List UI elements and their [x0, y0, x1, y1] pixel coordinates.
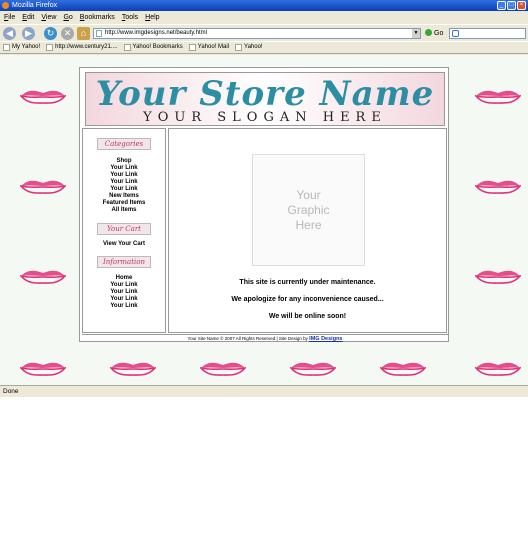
apology-message: We apologize for any inconvenience cause…: [231, 296, 384, 303]
back-arrow-icon[interactable]: ◀: [3, 27, 16, 40]
reload-icon[interactable]: ↻: [44, 27, 57, 40]
graphic-text: Here: [295, 218, 322, 232]
store-name: Your Store Name: [95, 74, 435, 114]
go-icon: [425, 29, 432, 36]
left-sidebar: Categories Shop Your Link Your Link Your…: [82, 128, 166, 333]
page-viewport[interactable]: Your Store Name YOUR SLOGAN HERE Categor…: [0, 55, 528, 385]
bookmark-icon: [46, 44, 54, 51]
main-content: Your Graphic Here This site is currently…: [168, 128, 447, 333]
home-icon[interactable]: ⌂: [77, 27, 90, 40]
bookmark-item[interactable]: Yahoo!: [235, 42, 263, 53]
chevron-down-icon[interactable]: ▼: [412, 29, 420, 38]
page-icon: [96, 30, 102, 37]
browser-window: Mozilla Firefox _ □ × File Edit View Go …: [0, 0, 528, 397]
nav-link[interactable]: Your Link: [83, 172, 165, 179]
lips-icon: [380, 362, 426, 376]
close-button[interactable]: ×: [517, 1, 526, 10]
graphic-text: Your: [296, 188, 321, 202]
nav-link[interactable]: Your Link: [83, 179, 165, 186]
status-bar: Done: [0, 385, 528, 397]
menu-bookmarks[interactable]: Bookmarks: [80, 11, 115, 24]
nav-link-shop[interactable]: Shop: [83, 158, 165, 165]
title-bar: Mozilla Firefox _ □ ×: [0, 0, 528, 11]
menu-help[interactable]: Help: [145, 11, 159, 24]
menu-tools[interactable]: Tools: [122, 11, 138, 24]
menu-file[interactable]: File: [4, 11, 15, 24]
lips-icon: [475, 270, 521, 284]
bookmark-item[interactable]: http://www.century21....: [46, 42, 118, 53]
nav-link[interactable]: Your Link: [83, 296, 165, 303]
lips-icon: [20, 180, 66, 194]
graphic-text: Graphic: [287, 203, 330, 217]
site-footer: Your Site Name © 2007 All Rights Reserve…: [82, 334, 448, 342]
search-engine-icon[interactable]: [452, 30, 459, 37]
nav-link[interactable]: Your Link: [83, 303, 165, 310]
store-header: Your Store Name YOUR SLOGAN HERE: [85, 72, 445, 126]
nav-link[interactable]: Your Link: [83, 165, 165, 172]
nav-link-all-items[interactable]: All Items: [83, 207, 165, 214]
online-soon-message: We will be online soon!: [268, 313, 347, 320]
lips-icon: [475, 180, 521, 194]
lips-icon: [20, 270, 66, 284]
address-bar[interactable]: http://www.imgdesigns.net/beauty.html ▼: [93, 28, 421, 39]
bookmark-item[interactable]: Yahoo! Mail: [188, 42, 229, 53]
lips-icon: [20, 90, 66, 104]
bookmarks-toolbar: My Yahoo! http://www.century21.... Yahoo…: [0, 41, 528, 54]
maintenance-message: This site is currently under maintenance…: [239, 279, 376, 286]
lips-icon: [110, 362, 156, 376]
search-input[interactable]: [449, 28, 526, 39]
bookmark-item[interactable]: My Yahoo!: [3, 42, 40, 53]
nav-link-featured-items[interactable]: Featured Items: [83, 200, 165, 207]
status-text: Done: [3, 388, 19, 395]
nav-link[interactable]: Your Link: [83, 186, 165, 193]
go-button[interactable]: Go: [425, 28, 443, 39]
information-header: Information: [97, 256, 151, 268]
nav-link[interactable]: Your Link: [83, 289, 165, 296]
view-cart-link[interactable]: View Your Cart: [83, 241, 165, 248]
bookmark-item[interactable]: Yahoo! Bookmarks: [123, 42, 183, 53]
lips-icon: [475, 90, 521, 104]
graphic-placeholder: Your Graphic Here: [252, 154, 365, 266]
maximize-button[interactable]: □: [507, 1, 516, 10]
window-title: Mozilla Firefox: [12, 2, 58, 9]
nav-link-new-items[interactable]: New Items: [83, 193, 165, 200]
cart-header: Your Cart: [97, 223, 151, 235]
lips-icon: [200, 362, 246, 376]
go-label: Go: [434, 30, 444, 37]
forward-arrow-icon[interactable]: ▶: [22, 27, 35, 40]
menu-view[interactable]: View: [41, 11, 56, 24]
navigation-toolbar: ◀ ▶ ↻ ✕ ⌂ http://www.imgdesigns.net/beau…: [0, 24, 528, 41]
firefox-icon: [2, 2, 9, 9]
nav-link-home[interactable]: Home: [83, 275, 165, 282]
menu-bar: File Edit View Go Bookmarks Tools Help: [0, 11, 528, 24]
footer-designer-link[interactable]: IMG Designs: [309, 336, 342, 342]
footer-copyright: Your Site Name © 2007 All Rights Reserve…: [187, 336, 308, 341]
lips-icon: [475, 362, 521, 376]
bookmark-icon: [123, 44, 131, 51]
bookmark-icon: [235, 44, 243, 51]
bookmark-icon: [3, 44, 10, 51]
url-text: http://www.imgdesigns.net/beauty.html: [105, 30, 207, 36]
menu-go[interactable]: Go: [63, 11, 72, 24]
store-page: Your Store Name YOUR SLOGAN HERE Categor…: [79, 67, 449, 342]
menu-edit[interactable]: Edit: [22, 11, 34, 24]
stop-icon[interactable]: ✕: [61, 27, 74, 40]
lips-icon: [290, 362, 336, 376]
minimize-button[interactable]: _: [497, 1, 506, 10]
lips-icon: [20, 362, 66, 376]
categories-header: Categories: [97, 138, 151, 150]
bookmark-icon: [188, 44, 196, 51]
nav-link[interactable]: Your Link: [83, 282, 165, 289]
